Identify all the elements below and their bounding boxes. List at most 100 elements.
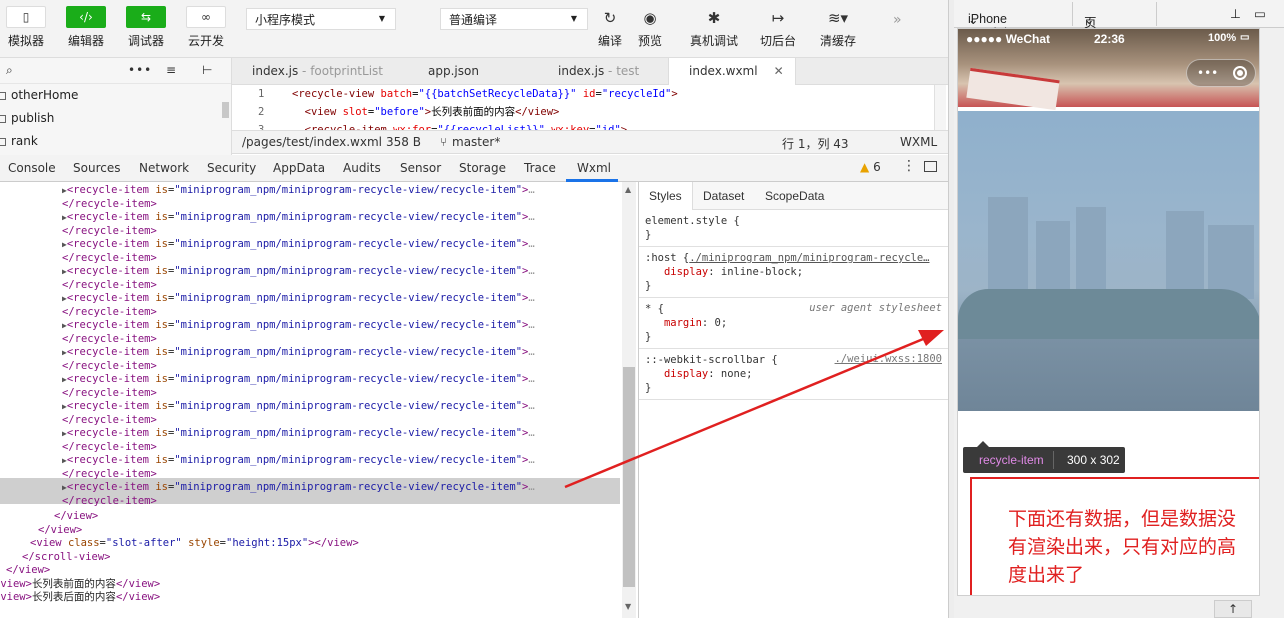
scroll-to-top-button[interactable]: ↑ [1214, 600, 1252, 618]
wxml-node-recycle-item[interactable]: ▶<recycle-item is="miniprogram_npm/minip… [62, 481, 535, 494]
wxml-node-close[interactable]: </recycle-item> [62, 333, 157, 346]
tree-item[interactable]: rank [0, 130, 231, 153]
cloud-button[interactable]: ∞ 云开发 [186, 6, 226, 49]
collapse-icon[interactable]: ≡ [166, 63, 176, 77]
wxml-node-close[interactable]: </view> [38, 524, 82, 537]
tab-app-json[interactable]: app.json [408, 58, 538, 85]
compile-button[interactable]: ↻ 编译 [598, 8, 622, 49]
branch-icon: ⑂ [440, 135, 448, 149]
wxml-node-recycle-item[interactable]: ▶<recycle-item is="miniprogram_npm/minip… [62, 211, 535, 224]
wxml-node-close[interactable]: </recycle-item> [62, 414, 157, 427]
tab-wxml[interactable]: Wxml [577, 161, 611, 175]
background-button[interactable]: ↦ 切后台 [760, 8, 796, 49]
style-rule-element[interactable]: element.style { } [639, 210, 948, 247]
wxml-node-recycle-item[interactable]: ▶<recycle-item is="miniprogram_npm/minip… [62, 238, 535, 251]
wxml-node-recycle-item[interactable]: ▶<recycle-item is="miniprogram_npm/minip… [62, 292, 535, 305]
preview-button[interactable]: ◉ 预览 [638, 8, 662, 49]
wxml-node-close[interactable]: </recycle-item> [62, 387, 157, 400]
tree-scrollbar[interactable] [222, 102, 229, 118]
wxml-node-view[interactable]: <view>长列表后面的内容</view> [0, 591, 160, 604]
phone-icon: ▯ [6, 6, 46, 28]
code-scrollbar[interactable] [934, 85, 946, 130]
tree-item[interactable]: publish [0, 107, 231, 130]
wxml-node-recycle-item[interactable]: ▶<recycle-item is="miniprogram_npm/minip… [62, 319, 535, 332]
git-branch[interactable]: master* [452, 135, 500, 149]
wxml-node-recycle-item[interactable]: ▶<recycle-item is="miniprogram_npm/minip… [62, 454, 535, 467]
wxml-node-close[interactable]: </recycle-item> [62, 198, 157, 211]
wxml-node-close[interactable]: </recycle-item> [62, 252, 157, 265]
warnings-badge[interactable]: ▲ 6 [860, 160, 881, 174]
tab-index-wxml[interactable]: index.wxml ✕ [668, 58, 796, 85]
simulator-button[interactable]: ▯ 模拟器 [6, 6, 46, 49]
file-path: /pages/test/index.wxml [242, 135, 382, 149]
dock-icon[interactable]: ▭ [1254, 6, 1266, 21]
wxml-node-recycle-item[interactable]: ▶<recycle-item is="miniprogram_npm/minip… [62, 427, 535, 440]
more-icon[interactable]: ••• [1197, 66, 1218, 80]
styles-panel: Styles Dataset ScopeData element.style {… [638, 182, 948, 618]
kebab-menu-icon[interactable]: ⋮ [902, 158, 916, 174]
scroll-thumb[interactable] [623, 367, 635, 587]
tab-sources[interactable]: Sources [73, 161, 120, 175]
cursor-position[interactable]: 行 1，列 43 [782, 135, 849, 152]
pin-icon[interactable]: ⊥ [1230, 6, 1241, 21]
mode-select[interactable]: 小程序模式 ▼ [246, 8, 396, 30]
tab-trace[interactable]: Trace [524, 161, 556, 175]
style-rule-host[interactable]: :host {./miniprogram_npm/miniprogram-rec… [639, 247, 948, 298]
wxml-node-close[interactable]: </view> [6, 564, 50, 577]
scroll-down-icon[interactable]: ▼ [625, 602, 631, 611]
tab-index-js-test[interactable]: index.js - test [538, 58, 668, 85]
style-source-link[interactable]: ./weiui.wxss:1800 [835, 353, 942, 365]
wxml-node-close[interactable]: </recycle-item> [62, 441, 157, 454]
search-icon[interactable]: ⌕ [6, 63, 13, 78]
wxml-node-view[interactable]: <view>长列表前面的内容</view> [0, 578, 160, 591]
tab-index-js-footprint[interactable]: index.js - footprintList [232, 58, 410, 85]
style-rule-universal[interactable]: * { user agent stylesheet margin: 0; } [639, 298, 948, 349]
tab-scopedata[interactable]: ScopeData [765, 182, 824, 210]
wxml-node-close[interactable]: </recycle-item> [62, 468, 157, 481]
close-icon[interactable] [1233, 66, 1247, 80]
tree-toolbar: ⌕ ••• ≡ ⊢ [0, 58, 231, 84]
wxml-scrollbar[interactable]: ▲ ▼ [622, 182, 636, 618]
more-icon[interactable]: » [893, 12, 901, 28]
wxml-node-recycle-item[interactable]: ▶<recycle-item is="miniprogram_npm/minip… [62, 400, 535, 413]
dock-left-icon[interactable]: ⊢ [202, 63, 212, 77]
wxml-node-close[interactable]: </view> [54, 510, 98, 523]
language-mode[interactable]: WXML [900, 135, 937, 149]
wxml-node-close[interactable]: </recycle-item> [62, 306, 157, 319]
dock-icon[interactable] [924, 161, 937, 172]
code-editor[interactable]: 1 <recycle-view batch="{{batchSetRecycle… [232, 85, 948, 130]
wxml-node-close[interactable]: </recycle-item> [62, 495, 157, 508]
compile-mode-select[interactable]: 普通编译 ▼ [440, 8, 588, 30]
more-icon[interactable]: ••• [128, 63, 152, 77]
tab-network[interactable]: Network [139, 161, 189, 175]
wxml-node-close[interactable]: </recycle-item> [62, 360, 157, 373]
style-rule-scrollbar[interactable]: ::-webkit-scrollbar { ./weiui.wxss:1800 … [639, 349, 948, 400]
wxml-node-recycle-item[interactable]: ▶<recycle-item is="miniprogram_npm/minip… [62, 373, 535, 386]
wxml-node-recycle-item[interactable]: ▶<recycle-item is="miniprogram_npm/minip… [62, 346, 535, 359]
wxml-node-recycle-item[interactable]: ▶<recycle-item is="miniprogram_npm/minip… [62, 265, 535, 278]
wxml-node-close[interactable]: </recycle-item> [62, 225, 157, 238]
tab-styles[interactable]: Styles [639, 182, 693, 210]
tab-appdata[interactable]: AppData [273, 161, 325, 175]
wxml-node-close[interactable]: </recycle-item> [62, 279, 157, 292]
editor-button[interactable]: ‹/› 编辑器 [66, 6, 106, 49]
wxml-node-view[interactable]: <view class="slot-after" style="height:1… [30, 537, 359, 550]
clear-cache-button[interactable]: ≋▾ 清缓存 [820, 8, 856, 49]
tab-dataset[interactable]: Dataset [703, 182, 744, 210]
mini-program-capsule[interactable]: ••• [1186, 59, 1256, 87]
tab-security[interactable]: Security [207, 161, 256, 175]
wxml-node-close[interactable]: </scroll-view> [22, 551, 111, 564]
tab-storage[interactable]: Storage [459, 161, 506, 175]
tree-item[interactable]: otherHome [0, 84, 231, 107]
close-icon[interactable]: ✕ [774, 64, 784, 78]
debug-icon: ⇆ [126, 6, 166, 28]
tab-sensor[interactable]: Sensor [400, 161, 441, 175]
device-debug-button[interactable]: ✱ 真机调试 [690, 8, 738, 49]
debugger-button[interactable]: ⇆ 调试器 [126, 6, 166, 49]
tab-audits[interactable]: Audits [343, 161, 381, 175]
warning-icon: ▲ [860, 160, 870, 174]
wxml-node-recycle-item[interactable]: ▶<recycle-item is="miniprogram_npm/minip… [62, 184, 535, 197]
style-source-link[interactable]: ./miniprogram_npm/miniprogram-recycle… [689, 252, 929, 264]
scroll-up-icon[interactable]: ▲ [625, 185, 631, 194]
tab-console[interactable]: Console [8, 161, 56, 175]
